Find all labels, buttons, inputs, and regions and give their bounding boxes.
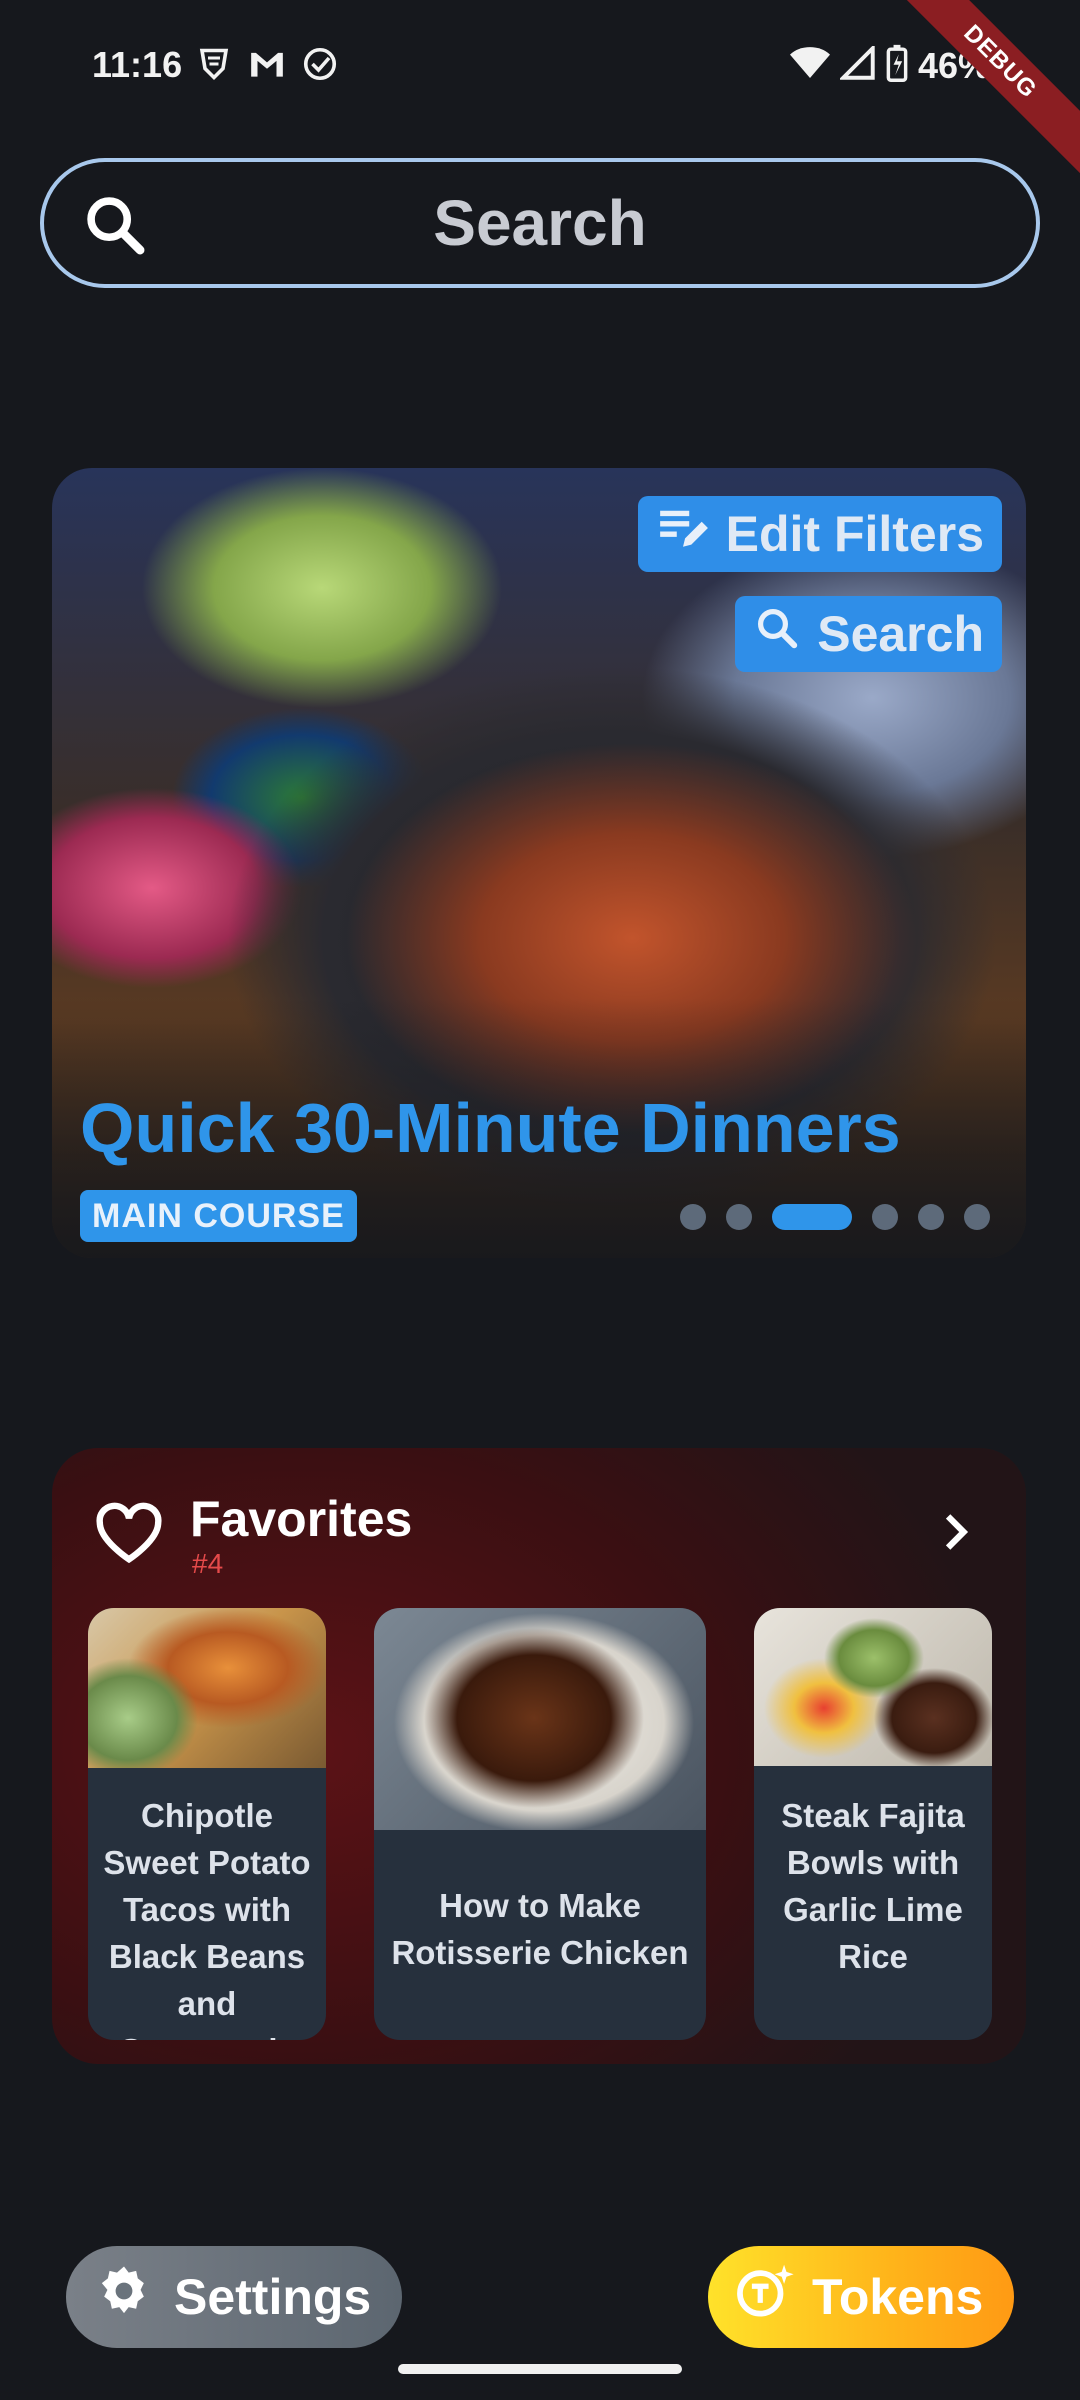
edit-note-icon [656, 504, 710, 564]
recipe-image [374, 1608, 706, 1830]
favorites-title: Favorites [190, 1491, 413, 1547]
status-bar: 11:16 46% [0, 0, 1080, 130]
category-tag: MAIN COURSE [80, 1190, 357, 1242]
status-time: 11:16 [92, 44, 183, 85]
recipe-image [754, 1608, 992, 1766]
wifi-icon [789, 46, 830, 85]
hero-title: Quick 30-Minute Dinners [80, 1089, 901, 1167]
vpn-shield-icon [196, 46, 232, 87]
settings-label: Settings [174, 2269, 372, 2325]
token-sparkle-icon [734, 2262, 796, 2332]
featured-carousel[interactable]: Edit Filters Search Quick 30-Minute Dinn… [52, 468, 1026, 1258]
search-icon [80, 190, 150, 265]
recipe-title: How to Make Rotisserie Chicken [391, 1887, 689, 1971]
recipe-card[interactable]: Steak Fajita Bowls with Garlic Lime Rice [754, 1608, 992, 2040]
recipe-card[interactable]: Chipotle Sweet Potato Tacos with Black B… [88, 1608, 326, 2040]
gear-icon [96, 2263, 152, 2331]
tokens-button[interactable]: Tokens [708, 2246, 1014, 2348]
status-notification-icons [196, 46, 338, 87]
page-dot[interactable] [726, 1204, 752, 1230]
hero-search-label: Search [817, 606, 984, 662]
recipe-title: Chipotle Sweet Potato Tacos with Black B… [103, 1797, 311, 2040]
edit-filters-button[interactable]: Edit Filters [637, 496, 1002, 572]
search-placeholder: Search [433, 187, 647, 259]
recipe-title: Steak Fajita Bowls with Garlic Lime Rice [781, 1797, 965, 1975]
chevron-right-icon[interactable] [942, 1512, 972, 1557]
recipe-card[interactable]: How to Make Rotisserie Chicken [374, 1608, 706, 2040]
search-input[interactable]: Search [40, 158, 1040, 288]
tokens-label: Tokens [812, 2269, 984, 2325]
page-dot-active[interactable] [772, 1204, 852, 1230]
search-icon [753, 604, 801, 664]
battery-charging-icon [886, 44, 908, 87]
favorites-section: Favorites #4 Chipotle Sweet Potato Tacos… [52, 1448, 1026, 2064]
settings-button[interactable]: Settings [66, 2246, 402, 2348]
page-dot[interactable] [918, 1204, 944, 1230]
carousel-page-indicator[interactable] [680, 1204, 990, 1230]
heart-icon [94, 1502, 164, 1569]
recipe-image [88, 1608, 326, 1768]
favorites-rank: #4 [192, 1548, 224, 1579]
signal-icon [838, 43, 876, 85]
page-dot[interactable] [680, 1204, 706, 1230]
home-indicator[interactable] [398, 2364, 682, 2374]
gmail-icon [248, 46, 286, 87]
page-dot[interactable] [872, 1204, 898, 1230]
edit-filters-label: Edit Filters [725, 506, 984, 562]
check-circle-icon [302, 46, 338, 87]
page-dot[interactable] [964, 1204, 990, 1230]
hero-search-button[interactable]: Search [735, 596, 1002, 672]
